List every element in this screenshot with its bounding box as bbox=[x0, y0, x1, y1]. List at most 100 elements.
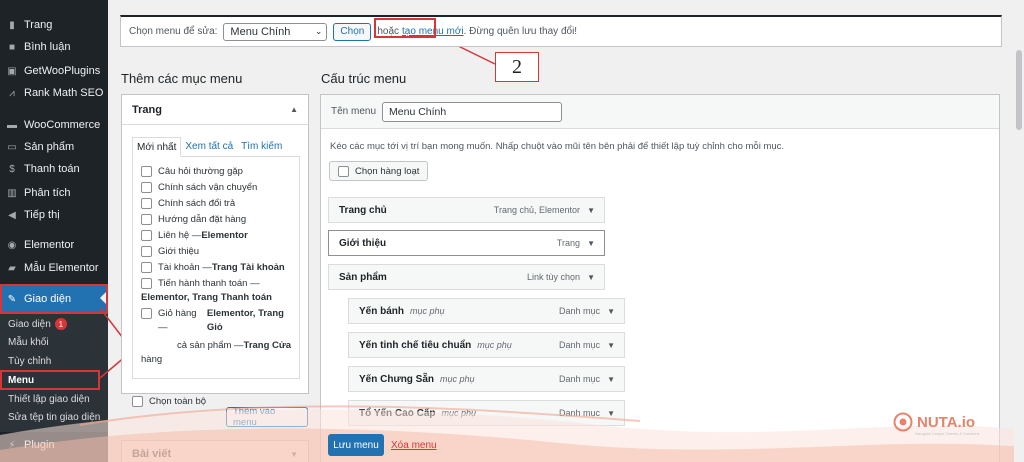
list-item[interactable]: Giỏ hàng — Elementor, Trang Giỏ bbox=[141, 307, 299, 335]
checkbox[interactable] bbox=[141, 278, 152, 289]
menu-item-sub-label: mục phụ bbox=[477, 340, 512, 350]
caret-down-icon[interactable]: ▼ bbox=[587, 239, 595, 248]
sidebar-item-payments[interactable]: $ Thanh toán bbox=[0, 158, 108, 180]
menu-item-row[interactable]: Yến bánh mục phụ Danh mục ▼ bbox=[348, 298, 625, 324]
menu-name-input[interactable]: Menu Chính bbox=[382, 101, 563, 122]
menu-item-title: Sản phẩm bbox=[339, 271, 387, 283]
caret-up-icon: ▲ bbox=[290, 105, 298, 114]
caret-down-icon[interactable]: ▼ bbox=[587, 206, 595, 215]
menu-item-type: Danh mục bbox=[558, 340, 600, 350]
sidebar-item-woocommerce[interactable]: ▬ WooCommerce bbox=[0, 114, 108, 136]
select-all-checkbox[interactable] bbox=[132, 396, 143, 407]
checkbox[interactable] bbox=[141, 308, 152, 319]
scrollbar-track[interactable] bbox=[1014, 0, 1024, 462]
menu-item-title: Yến Chưng Sẵn bbox=[359, 373, 435, 385]
caret-down-icon[interactable]: ▼ bbox=[607, 409, 615, 418]
list-item[interactable]: cả sản phẩm — Trang Cửa bbox=[177, 339, 291, 353]
select-menu-button[interactable]: Chọn bbox=[333, 22, 372, 41]
plugin-box-icon: ▣ bbox=[7, 65, 17, 77]
menu-name-bar: Tên menu Menu Chính bbox=[321, 95, 999, 129]
submenu-item-themes[interactable]: Giao diện 1 bbox=[8, 316, 67, 332]
sidebar-item-plugins[interactable]: ⚡ Plugin bbox=[0, 434, 108, 456]
add-to-menu-button[interactable]: Thêm vào menu bbox=[226, 406, 308, 428]
menu-item-row[interactable]: Yến tinh chế tiêu chuẩn mục phụ Danh mục… bbox=[348, 332, 625, 358]
list-item-label: Tiến hành thanh toán — bbox=[158, 278, 260, 289]
admin-sidebar: ▮ Trang ■ Bình luận ▣ GetWooPlugins ⩘ Ra… bbox=[0, 0, 108, 462]
checkbox[interactable] bbox=[141, 214, 152, 225]
posts-panel-title: Bài viết bbox=[132, 448, 172, 460]
list-item-label: cả sản phẩm — bbox=[177, 340, 244, 351]
menu-item-sub-label: mục phụ bbox=[441, 408, 477, 418]
sidebar-item-comments[interactable]: ■ Bình luận bbox=[0, 36, 108, 58]
posts-panel-header[interactable]: Bài viết ▼ bbox=[122, 441, 308, 462]
list-item-label: Liên hệ — bbox=[158, 230, 202, 241]
sidebar-item-analytics[interactable]: ▥ Phân tích bbox=[0, 182, 108, 204]
list-item[interactable]: Câu hỏi thường gặp bbox=[141, 165, 243, 179]
caret-down-icon[interactable]: ▼ bbox=[587, 273, 595, 282]
menu-item-title: Tổ Yến Cao Cấp bbox=[359, 407, 436, 419]
caret-down-icon: ▼ bbox=[290, 449, 298, 459]
sidebar-item-marketing[interactable]: ◀ Tiếp thị bbox=[0, 204, 108, 226]
submenu-item-customize[interactable]: Tùy chỉnh bbox=[8, 353, 51, 369]
sidebar-item-products[interactable]: ▭ Sản phẩm bbox=[0, 136, 108, 158]
list-item[interactable]: Hướng dẫn đặt hàng bbox=[141, 213, 246, 227]
sidebar-item-getwooplugins[interactable]: ▣ GetWooPlugins bbox=[0, 60, 108, 82]
sidebar-item-elementor-templates[interactable]: ▰ Mẫu Elementor bbox=[0, 257, 108, 279]
watermark-text: NUTA.io bbox=[917, 413, 976, 431]
list-item[interactable]: Liên hệ — Elementor bbox=[141, 229, 248, 243]
select-all-label: Chọn toàn bộ bbox=[149, 396, 207, 407]
select-all-row[interactable]: Chọn toàn bộ bbox=[132, 395, 206, 409]
menu-item-row[interactable]: Trang chủ Trang chủ, Elementor ▼ bbox=[328, 197, 605, 223]
save-reminder-text: . Đừng quên lưu thay đổi! bbox=[463, 26, 578, 37]
menu-item-type: Danh mục bbox=[558, 306, 600, 316]
megaphone-icon: ◀ bbox=[8, 209, 16, 221]
pages-panel-header[interactable]: Trang ▲ bbox=[122, 95, 308, 125]
add-menu-items-heading: Thêm các mục menu bbox=[121, 71, 243, 86]
checkbox[interactable] bbox=[141, 198, 152, 209]
caret-down-icon[interactable]: ▼ bbox=[607, 375, 615, 384]
annotation-highlight-create-menu bbox=[374, 18, 436, 38]
checkbox[interactable] bbox=[141, 166, 152, 177]
sidebar-item-label: Thanh toán bbox=[24, 163, 80, 175]
checkbox[interactable] bbox=[141, 230, 152, 241]
delete-menu-link[interactable]: Xóa menu bbox=[391, 440, 437, 451]
list-item[interactable]: Tài khoản — Trang Tài khoản bbox=[141, 261, 285, 275]
checkbox[interactable] bbox=[141, 246, 152, 257]
menu-item-row[interactable]: Yến Chưng Sẵn mục phụ Danh mục ▼ bbox=[348, 366, 625, 392]
sidebar-item-pages[interactable]: ▮ Trang bbox=[0, 14, 108, 36]
menu-select-value: Menu Chính bbox=[230, 25, 291, 38]
submenu-item-theme-settings[interactable]: Thiết lập giao diện bbox=[8, 391, 90, 407]
menu-item-sub-label: mục phụ bbox=[440, 374, 475, 384]
save-menu-button[interactable]: Lưu menu bbox=[328, 434, 384, 456]
tab-view-all[interactable]: Xem tất cả bbox=[181, 137, 237, 156]
sidebar-item-label: Elementor bbox=[24, 239, 75, 251]
menu-item-row[interactable]: Tổ Yến Cao Cấp mục phụ Danh mục ▼ bbox=[348, 400, 625, 426]
scrollbar-thumb[interactable] bbox=[1016, 50, 1022, 130]
menu-select-dropdown[interactable]: Menu Chính ⌄ bbox=[223, 22, 328, 41]
menu-item-title: Giới thiệu bbox=[339, 237, 387, 249]
caret-down-icon[interactable]: ▼ bbox=[607, 341, 615, 350]
sidebar-item-rank-math[interactable]: ⩘ Rank Math SEO bbox=[0, 82, 108, 104]
submenu-item-theme-file-editor[interactable]: Sửa tệp tin giao diện bbox=[8, 409, 100, 425]
sidebar-item-elementor[interactable]: ◉ Elementor bbox=[0, 234, 108, 256]
menu-instructions: Kéo các mục tới vị trí bạn mong muốn. Nh… bbox=[330, 141, 785, 152]
checkbox[interactable] bbox=[141, 262, 152, 273]
checkbox[interactable] bbox=[141, 182, 152, 193]
bulk-select-checkbox[interactable] bbox=[338, 166, 349, 177]
list-item[interactable]: Chính sách đổi trả bbox=[141, 197, 235, 211]
list-item[interactable]: Chính sách vận chuyển bbox=[141, 181, 257, 195]
list-item[interactable]: Tiến hành thanh toán — bbox=[141, 277, 260, 291]
watermark-tagline: Navigate Unique Talents & Solutions bbox=[915, 431, 980, 436]
list-item[interactable]: Giới thiệu bbox=[141, 245, 199, 259]
menu-item-row[interactable]: Sản phẩm Link tùy chọn ▼ bbox=[328, 264, 605, 290]
tab-search[interactable]: Tìm kiếm bbox=[237, 137, 286, 156]
caret-down-icon[interactable]: ▼ bbox=[607, 307, 615, 316]
posts-panel[interactable]: Bài viết ▼ bbox=[121, 440, 309, 462]
menu-item-row[interactable]: Giới thiệu Trang ▼ bbox=[328, 230, 605, 256]
list-item-status: Trang Cửa bbox=[243, 340, 292, 351]
bulk-select-toggle[interactable]: Chọn hàng loạt bbox=[329, 161, 429, 181]
tab-most-recent[interactable]: Mới nhất bbox=[132, 137, 182, 157]
pages-panel-title: Trang bbox=[132, 103, 162, 116]
submenu-item-patterns[interactable]: Mẫu khối bbox=[8, 334, 49, 350]
list-item-label: Giỏ hàng — bbox=[158, 308, 197, 333]
